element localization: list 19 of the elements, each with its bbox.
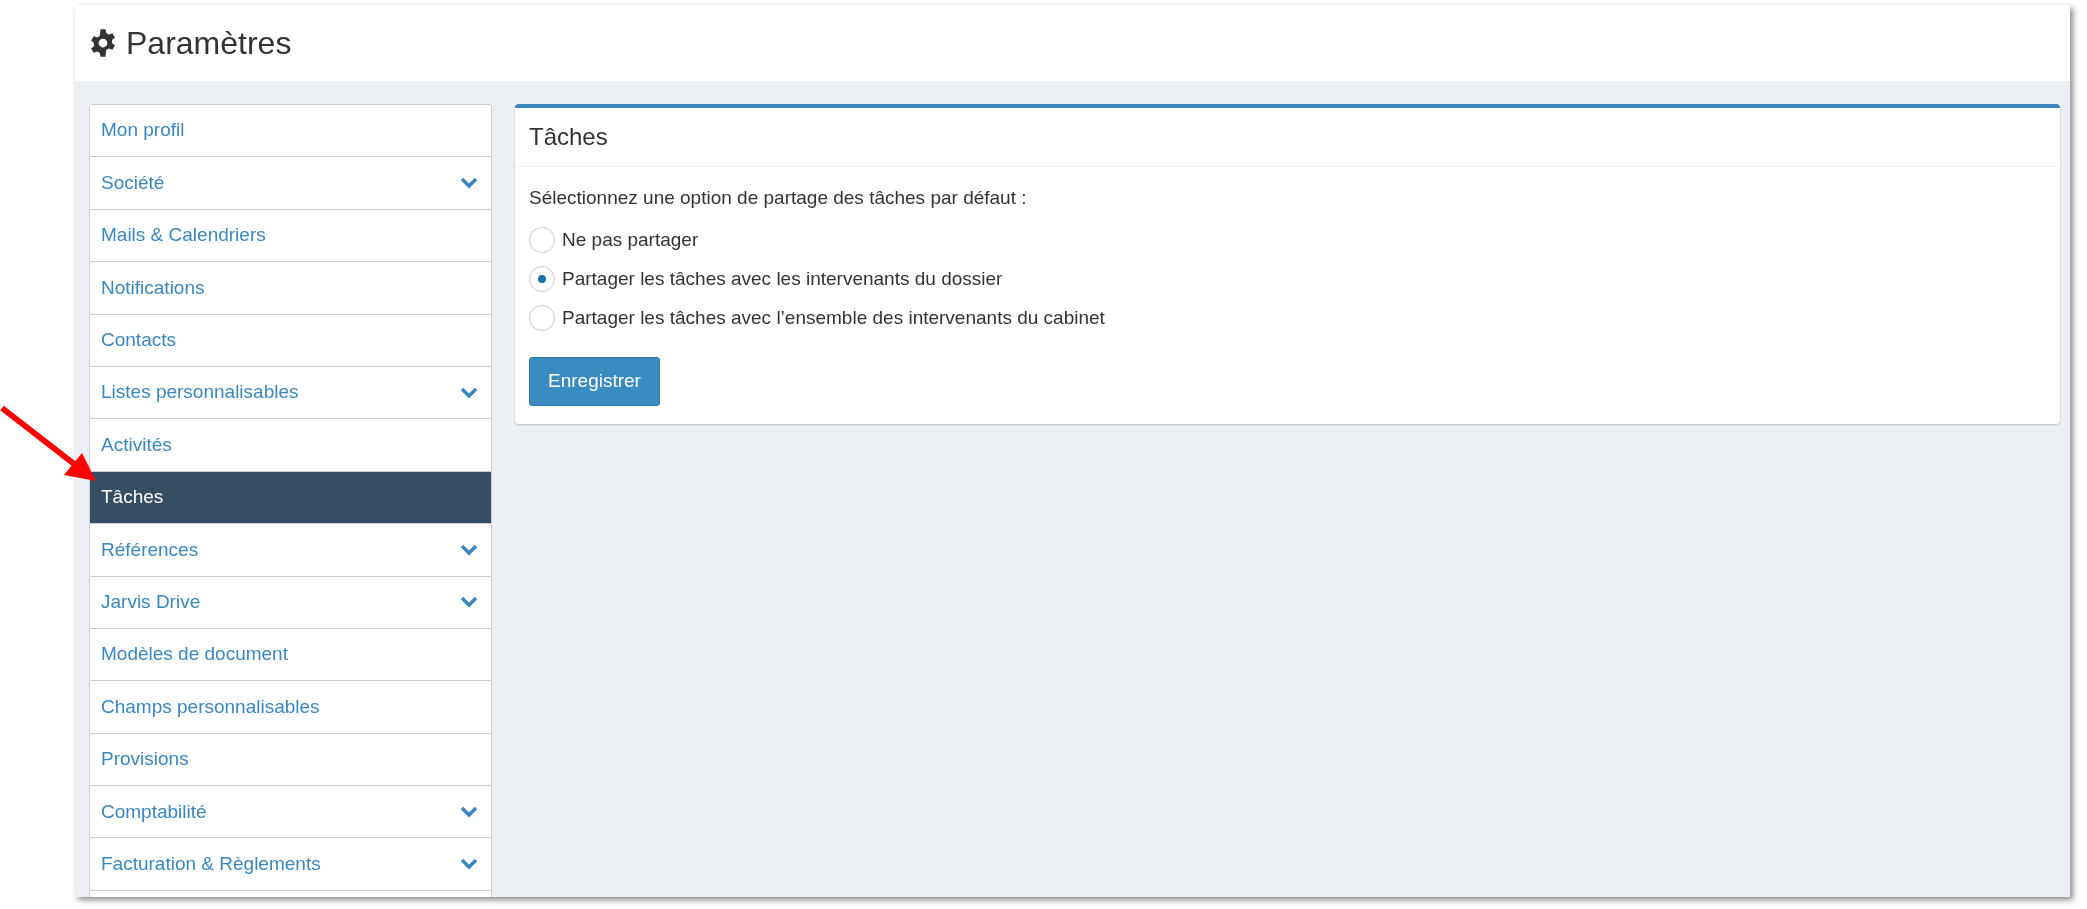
settings-icon: [88, 28, 118, 58]
prompt-text: Sélectionnez une option de partage des tâches par défaut :: [529, 186, 1028, 210]
radio-button[interactable]: [529, 266, 555, 292]
radio-button[interactable]: [529, 227, 555, 253]
chevron-down-icon: [460, 543, 478, 556]
radio-option[interactable]: Partager les tâches avec l’ensemble des intervenants du cabinet: [529, 298, 2060, 338]
chevron-down-icon: [460, 596, 478, 609]
radio-option[interactable]: Ne pas partager: [529, 220, 2060, 260]
radio-button[interactable]: [529, 305, 555, 331]
panel-title: Tâches: [529, 122, 608, 152]
chevron-down-icon: [460, 177, 478, 190]
radio-option[interactable]: Partager les tâches avec les intervenants du dossier: [529, 259, 2060, 299]
chevron-down-icon: [460, 805, 478, 818]
chevron-down-icon: [460, 858, 478, 871]
chevron-down-icon: [460, 386, 478, 399]
sidebar-item[interactable]: Mon profil: [90, 105, 491, 158]
save-button[interactable]: Enregistrer: [529, 356, 660, 406]
sidebar-item[interactable]: Tâches: [90, 471, 491, 525]
page-title: Paramètres: [126, 24, 292, 63]
